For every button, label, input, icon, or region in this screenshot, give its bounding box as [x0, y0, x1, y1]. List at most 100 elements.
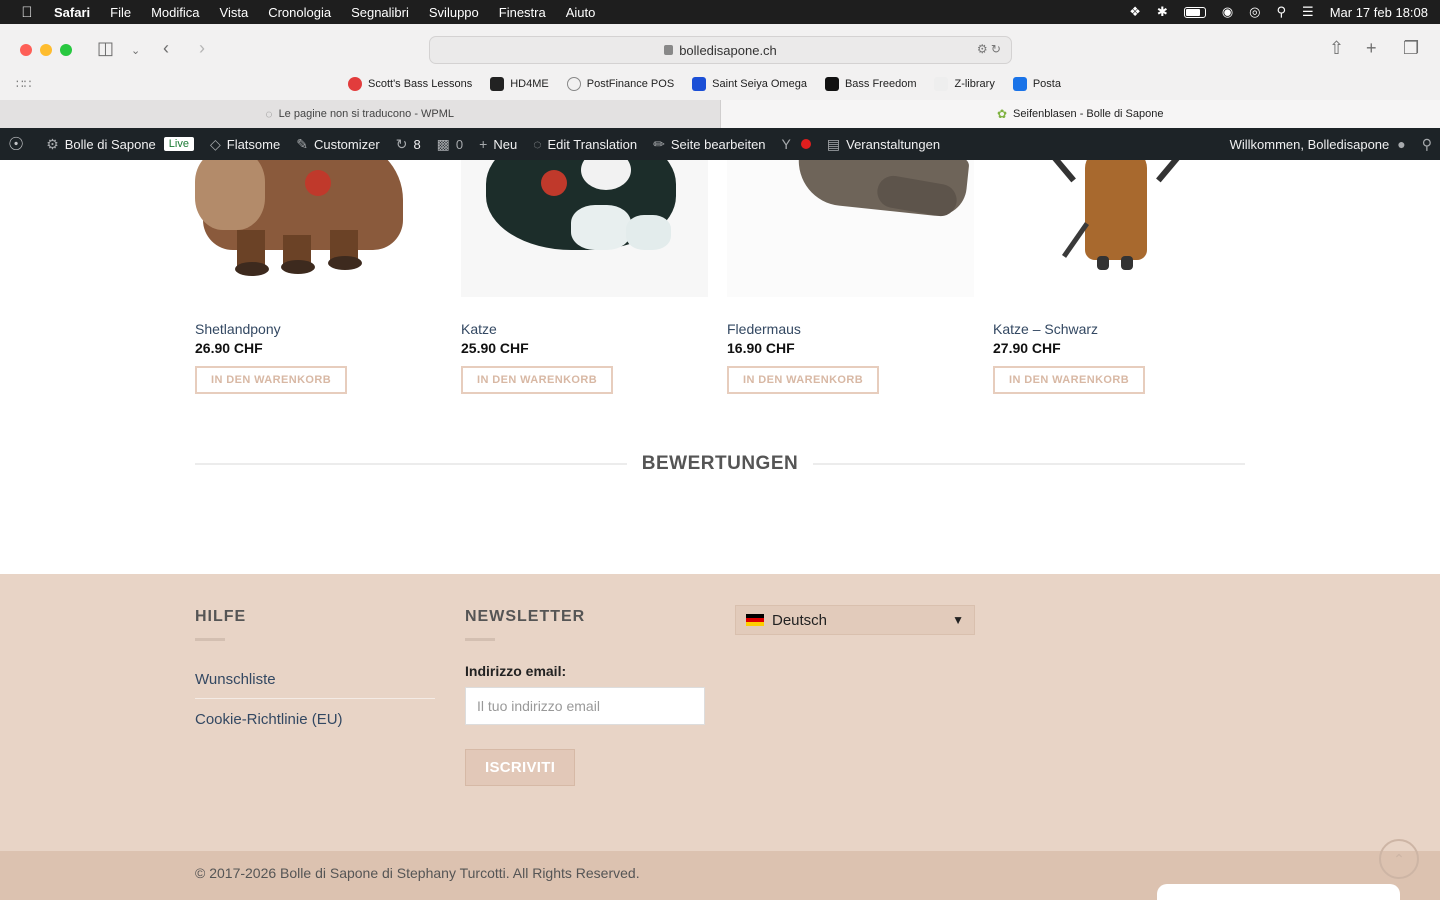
floating-widget[interactable]: [1157, 884, 1400, 914]
menu-segnalibri[interactable]: Segnalibri: [351, 5, 409, 20]
control-center-icon[interactable]: ☰: [1302, 4, 1314, 20]
add-to-cart-button[interactable]: IN DEN WARENKORB: [461, 366, 613, 394]
product-image-fledermaus[interactable]: [727, 160, 974, 297]
bookmark-favicon-icon: [348, 77, 362, 91]
admin-search-icon[interactable]: ⚲: [1414, 128, 1440, 160]
tab-overview-icon[interactable]: ❐: [1403, 38, 1419, 59]
bookmark-label: PostFinance POS: [587, 78, 674, 90]
menu-aiuto[interactable]: Aiuto: [566, 5, 596, 20]
bookmark-item[interactable]: Saint Seiya Omega: [692, 77, 807, 91]
cookie-policy-link[interactable]: Cookie-Richtlinie (EU): [195, 698, 435, 738]
menu-modifica[interactable]: Modifica: [151, 5, 199, 20]
email-input[interactable]: Il tuo indirizzo email: [465, 687, 705, 725]
close-window-button[interactable]: [20, 44, 32, 56]
admin-site-name[interactable]: ⚙ Bolle di Sapone Live: [38, 128, 202, 160]
product-price: 26.90 CHF: [195, 340, 442, 356]
calendar-icon: ▤: [827, 136, 840, 153]
bookmark-item[interactable]: Bass Freedom: [825, 77, 917, 91]
email-label: Indirizzo email:: [465, 663, 705, 679]
bookmark-item[interactable]: Posta: [1013, 77, 1061, 91]
apps-grid-icon[interactable]: ∷∷: [0, 77, 348, 91]
bookmark-label: HD4ME: [510, 78, 549, 90]
dropbox-icon[interactable]: ❖: [1129, 4, 1141, 20]
outlook-icon: [1013, 77, 1027, 91]
bookmark-label: Scott's Bass Lessons: [368, 78, 472, 90]
dashboard-icon: ⚙: [46, 136, 59, 153]
wifi-icon[interactable]: ◉: [1222, 4, 1233, 20]
menu-file[interactable]: File: [110, 5, 131, 20]
bookmark-item[interactable]: HD4ME: [490, 77, 549, 91]
product-name[interactable]: Katze – Schwarz: [993, 321, 1240, 337]
apple-icon[interactable]: : [0, 4, 54, 21]
admin-yoast[interactable]: Y: [774, 128, 819, 160]
product-card[interactable]: Fledermaus 16.90 CHF IN DEN WARENKORB: [727, 160, 974, 394]
zoom-window-button[interactable]: [60, 44, 72, 56]
forward-icon[interactable]: ›: [199, 38, 205, 59]
reviews-section-title: BEWERTUNGEN: [195, 452, 1245, 476]
language-switcher[interactable]: Deutsch ▼: [735, 605, 975, 635]
product-name[interactable]: Katze: [461, 321, 708, 337]
menu-cronologia[interactable]: Cronologia: [268, 5, 331, 20]
translate-reload-icon[interactable]: ⚙ ↻: [977, 42, 1001, 56]
minimize-window-button[interactable]: [40, 44, 52, 56]
admin-new[interactable]: + Neu: [471, 128, 525, 160]
back-to-top-button[interactable]: ⌃: [1379, 839, 1419, 879]
menu-vista[interactable]: Vista: [220, 5, 249, 20]
chevron-down-icon[interactable]: ⌄: [131, 44, 140, 57]
footer-title-divider: [465, 638, 495, 641]
admin-new-label: Neu: [493, 137, 517, 152]
product-image-katze[interactable]: [461, 160, 708, 297]
share-icon[interactable]: ⇧: [1329, 38, 1344, 59]
menu-safari[interactable]: Safari: [54, 5, 90, 20]
bookmark-item[interactable]: Scott's Bass Lessons: [348, 77, 472, 91]
wordpress-logo-icon[interactable]: ☉: [0, 128, 38, 160]
bookmark-item[interactable]: PostFinance POS: [567, 77, 674, 91]
add-to-cart-button[interactable]: IN DEN WARENKORB: [727, 366, 879, 394]
back-icon[interactable]: ‹: [163, 38, 169, 59]
plus-icon: +: [479, 136, 487, 152]
address-bar[interactable]: bolledisapone.ch ⚙ ↻: [429, 36, 1012, 64]
bluetooth-icon[interactable]: ✱: [1157, 4, 1168, 20]
bookmark-item[interactable]: Z-library: [934, 77, 994, 91]
product-name[interactable]: Fledermaus: [727, 321, 974, 337]
product-name[interactable]: Shetlandpony: [195, 321, 442, 337]
wpml-icon: ◌: [533, 136, 541, 152]
lock-icon: [664, 45, 673, 55]
bookmark-label: Z-library: [954, 78, 994, 90]
product-card[interactable]: Katze 25.90 CHF IN DEN WARENKORB: [461, 160, 708, 394]
menu-finestra[interactable]: Finestra: [499, 5, 546, 20]
admin-edit-translation[interactable]: ◌ Edit Translation: [525, 128, 645, 160]
user-icon[interactable]: ◎: [1249, 4, 1260, 20]
admin-events[interactable]: ▤ Veranstaltungen: [819, 128, 948, 160]
browser-tab-wpml[interactable]: ◌ Le pagine non si traducono - WPML: [0, 100, 721, 128]
bookmark-label: Bass Freedom: [845, 78, 917, 90]
menubar-clock[interactable]: Mar 17 feb 18:08: [1330, 5, 1428, 20]
menu-sviluppo[interactable]: Sviluppo: [429, 5, 479, 20]
subscribe-button[interactable]: ISCRIVITI: [465, 749, 575, 786]
admin-edit-page[interactable]: ✏ Seite bearbeiten: [645, 128, 773, 160]
product-image-shetlandpony[interactable]: [195, 160, 442, 297]
add-to-cart-button[interactable]: IN DEN WARENKORB: [195, 366, 347, 394]
window-controls: [20, 44, 72, 56]
admin-flatsome[interactable]: ◇ Flatsome: [202, 128, 288, 160]
admin-account[interactable]: Willkommen, Bolledisapone ●: [1222, 128, 1414, 160]
admin-comments[interactable]: ▩ 0: [429, 128, 471, 160]
sidebar-icon[interactable]: ◫: [97, 38, 114, 59]
bookmark-favicon-icon: [692, 77, 706, 91]
admin-customizer[interactable]: ✎ Customizer: [288, 128, 387, 160]
wishlist-link[interactable]: Wunschliste: [195, 665, 435, 698]
spotlight-search-icon[interactable]: ⚲: [1277, 4, 1287, 20]
product-card[interactable]: Katze – Schwarz 27.90 CHF IN DEN WARENKO…: [993, 160, 1240, 394]
admin-updates[interactable]: ↻ 8: [388, 128, 429, 160]
browser-tab-bolle[interactable]: ✿ Seifenblasen - Bolle di Sapone: [721, 100, 1440, 128]
product-image-katze-schwarz[interactable]: [993, 160, 1240, 297]
add-to-cart-button[interactable]: IN DEN WARENKORB: [993, 366, 1145, 394]
new-tab-icon[interactable]: +: [1366, 38, 1377, 59]
product-card[interactable]: Shetlandpony 26.90 CHF IN DEN WARENKORB: [195, 160, 442, 394]
diamond-icon: ◇: [210, 136, 221, 153]
pencil-icon: ✏: [653, 136, 665, 153]
wp-admin-bar: ☉ ⚙ Bolle di Sapone Live ◇ Flatsome ✎ Cu…: [0, 128, 1440, 160]
battery-icon[interactable]: [1184, 7, 1206, 18]
seo-status-dot: [801, 139, 811, 149]
admin-edit-page-label: Seite bearbeiten: [671, 137, 766, 152]
